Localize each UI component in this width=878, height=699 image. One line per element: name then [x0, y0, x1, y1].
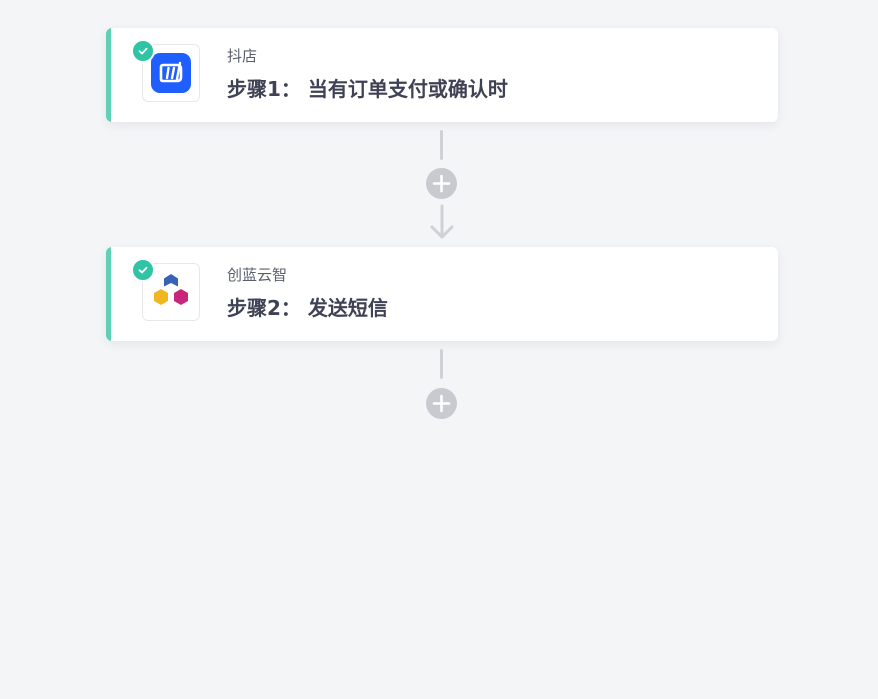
- plus-icon: [432, 394, 451, 413]
- connector-line: [440, 349, 443, 379]
- step-title: 步骤1： 当有订单支付或确认时: [227, 77, 508, 101]
- step-status-bar: [106, 28, 111, 122]
- add-step-button[interactable]: [426, 388, 457, 419]
- check-circle-icon: [131, 258, 155, 282]
- step-title: 步骤2： 发送短信: [227, 296, 388, 320]
- doudian-logo-icon: [151, 53, 191, 93]
- app-name: 创蓝云智: [227, 266, 288, 284]
- arrow-down-icon: [430, 204, 454, 239]
- plus-icon: [432, 174, 451, 193]
- step-card-1[interactable]: 抖店 步骤1： 当有订单支付或确认时: [106, 28, 778, 122]
- app-name: 抖店: [227, 47, 258, 65]
- add-step-button[interactable]: [426, 168, 457, 199]
- step-status-bar: [106, 247, 111, 341]
- step-card-2[interactable]: 创蓝云智 步骤2： 发送短信: [106, 247, 778, 341]
- check-circle-icon: [131, 39, 155, 63]
- chuanglan-logo-icon: [154, 274, 188, 305]
- connector-line: [440, 130, 443, 160]
